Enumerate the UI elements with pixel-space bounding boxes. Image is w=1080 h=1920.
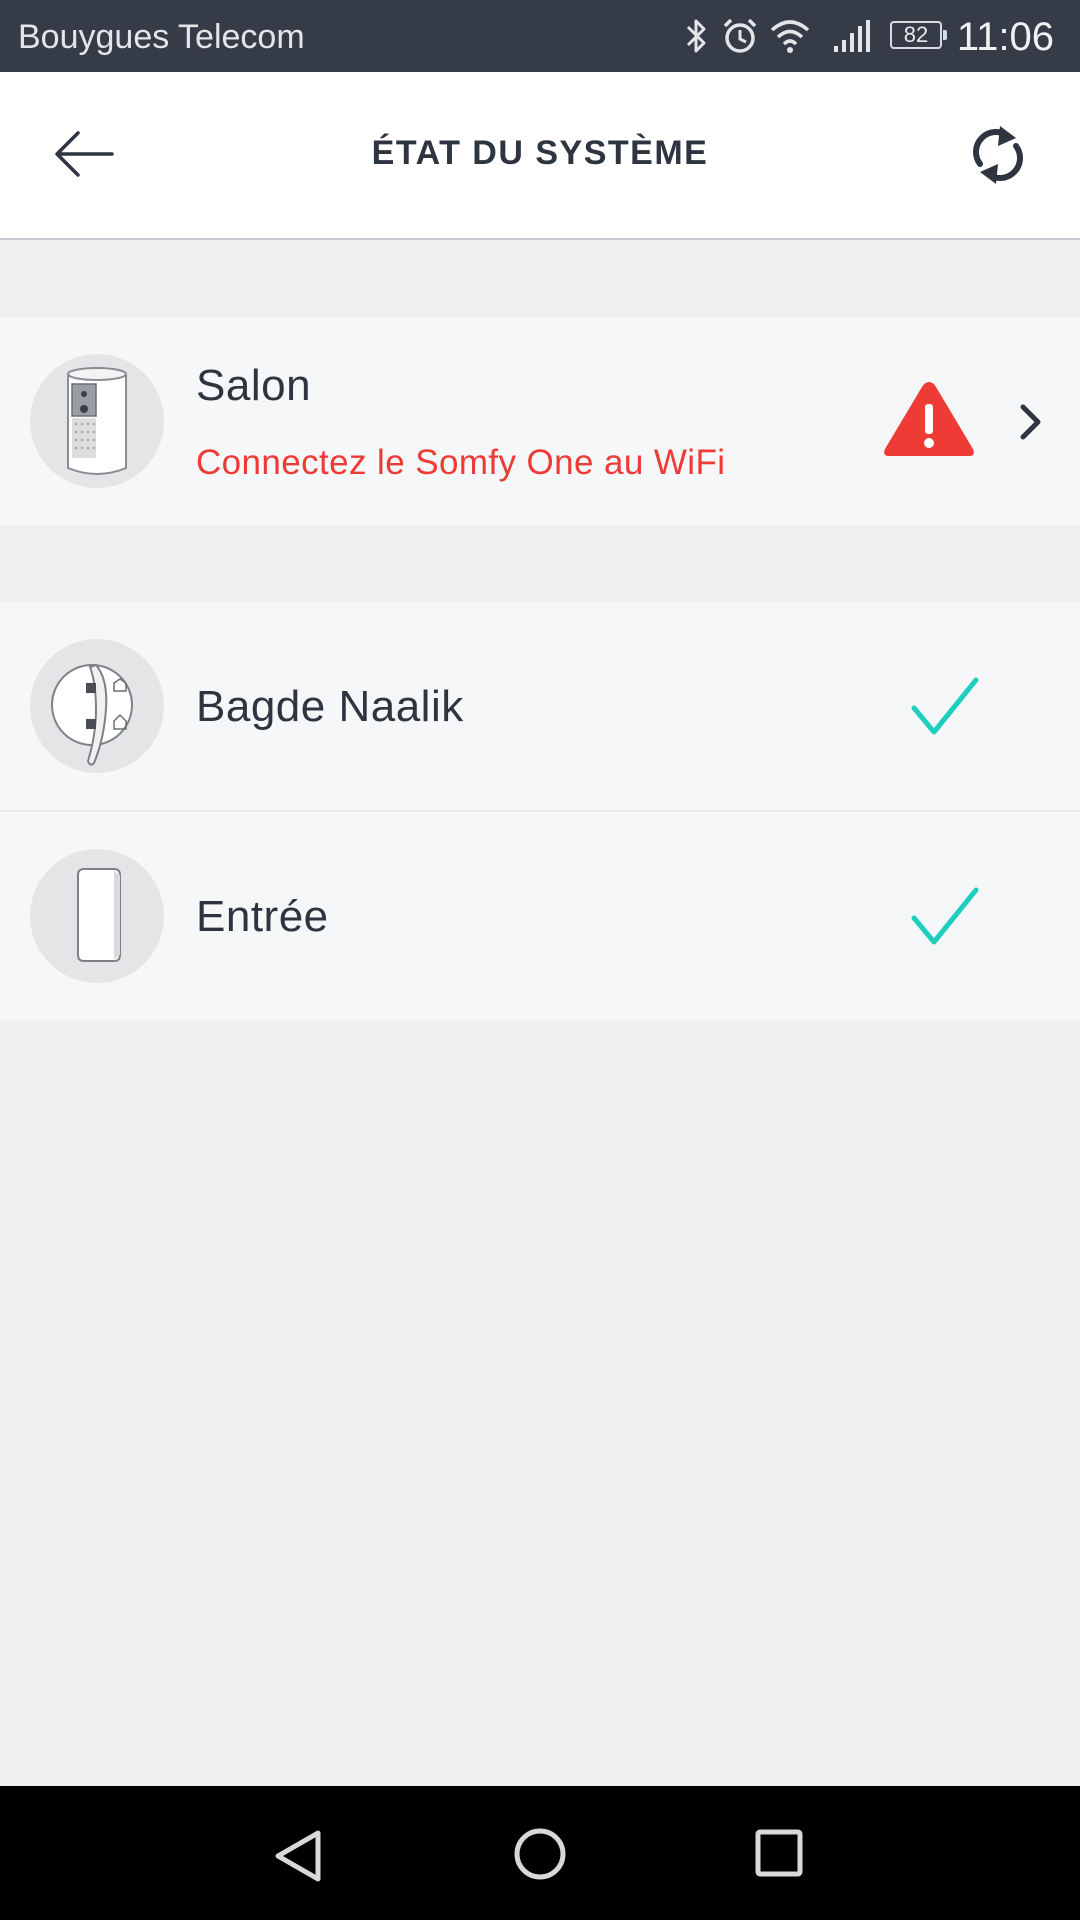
device-group-hub: Salon Connectez le Somfy One au WiFi: [0, 317, 1080, 525]
check-icon: [911, 887, 979, 945]
device-name: Bagde Naalik: [196, 682, 464, 731]
device-row-salon[interactable]: Salon Connectez le Somfy One au WiFi: [0, 317, 1080, 525]
system-nav-bar: [0, 1786, 1080, 1920]
page-title: ÉTAT DU SYSTÈME: [371, 134, 709, 172]
bluetooth-icon: [686, 19, 706, 53]
refresh-button[interactable]: [968, 120, 1028, 190]
refresh-icon: [973, 126, 1023, 184]
carrier-name: Bouygues Telecom: [18, 18, 305, 56]
status-bar: Bouygues Telecom 82 11:06: [0, 0, 1080, 72]
clock: 11:06: [956, 15, 1054, 59]
alarm-icon: [723, 18, 757, 53]
warning-triangle-icon: [884, 382, 974, 456]
check-icon: [911, 677, 979, 735]
device-row-entree[interactable]: Entrée: [0, 810, 1080, 1020]
back-nav-icon[interactable]: [272, 1828, 326, 1884]
device-name: Salon: [196, 361, 312, 410]
home-nav-icon[interactable]: [512, 1826, 568, 1882]
somfy-one-camera-image: [30, 354, 164, 488]
signal-icon: [834, 20, 870, 52]
battery-icon: 82: [890, 21, 947, 49]
device-warning-message: Connectez le Somfy One au WiFi: [196, 443, 726, 482]
device-group-accessories: Bagde Naalik Entrée: [0, 602, 1080, 1020]
device-row-badge[interactable]: Bagde Naalik: [0, 602, 1080, 810]
chevron-right-icon: [1020, 404, 1041, 440]
device-name: Entrée: [196, 892, 329, 941]
badge-image: [30, 639, 164, 773]
app-header: ÉTAT DU SYSTÈME: [0, 72, 1080, 240]
wifi-icon: [770, 20, 810, 53]
recents-nav-icon[interactable]: [754, 1828, 804, 1878]
door-sensor-image: [30, 849, 164, 983]
